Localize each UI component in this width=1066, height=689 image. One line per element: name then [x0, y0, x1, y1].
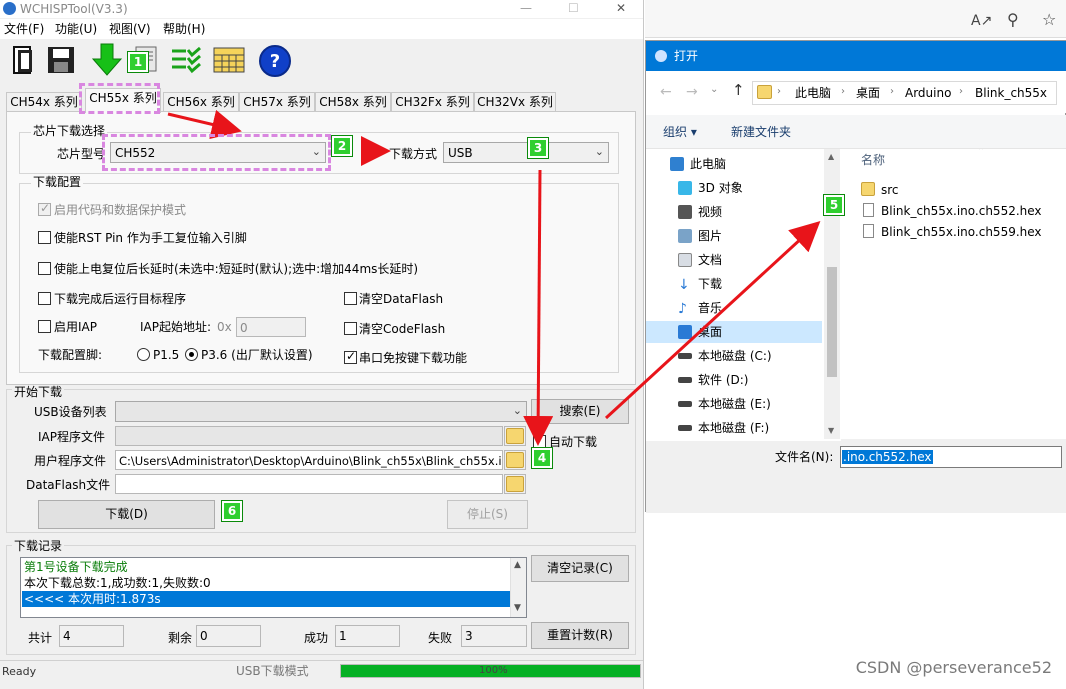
- callout-highlight-tab: [79, 83, 160, 114]
- arrow-tab-to-chip: [167, 109, 242, 140]
- callout-badge-5: 5: [823, 194, 845, 216]
- callout-badge-2: 2: [331, 135, 353, 157]
- arrow-to-browse: [523, 169, 554, 446]
- callout-badge-4: 4: [531, 447, 553, 469]
- callout-badge-6: 6: [221, 500, 243, 522]
- arrow-to-hex-file: [604, 220, 821, 420]
- callout-badge-3: 3: [527, 137, 549, 159]
- callout-highlight-chip: [102, 134, 331, 171]
- callout-badge-1: 1: [127, 51, 149, 73]
